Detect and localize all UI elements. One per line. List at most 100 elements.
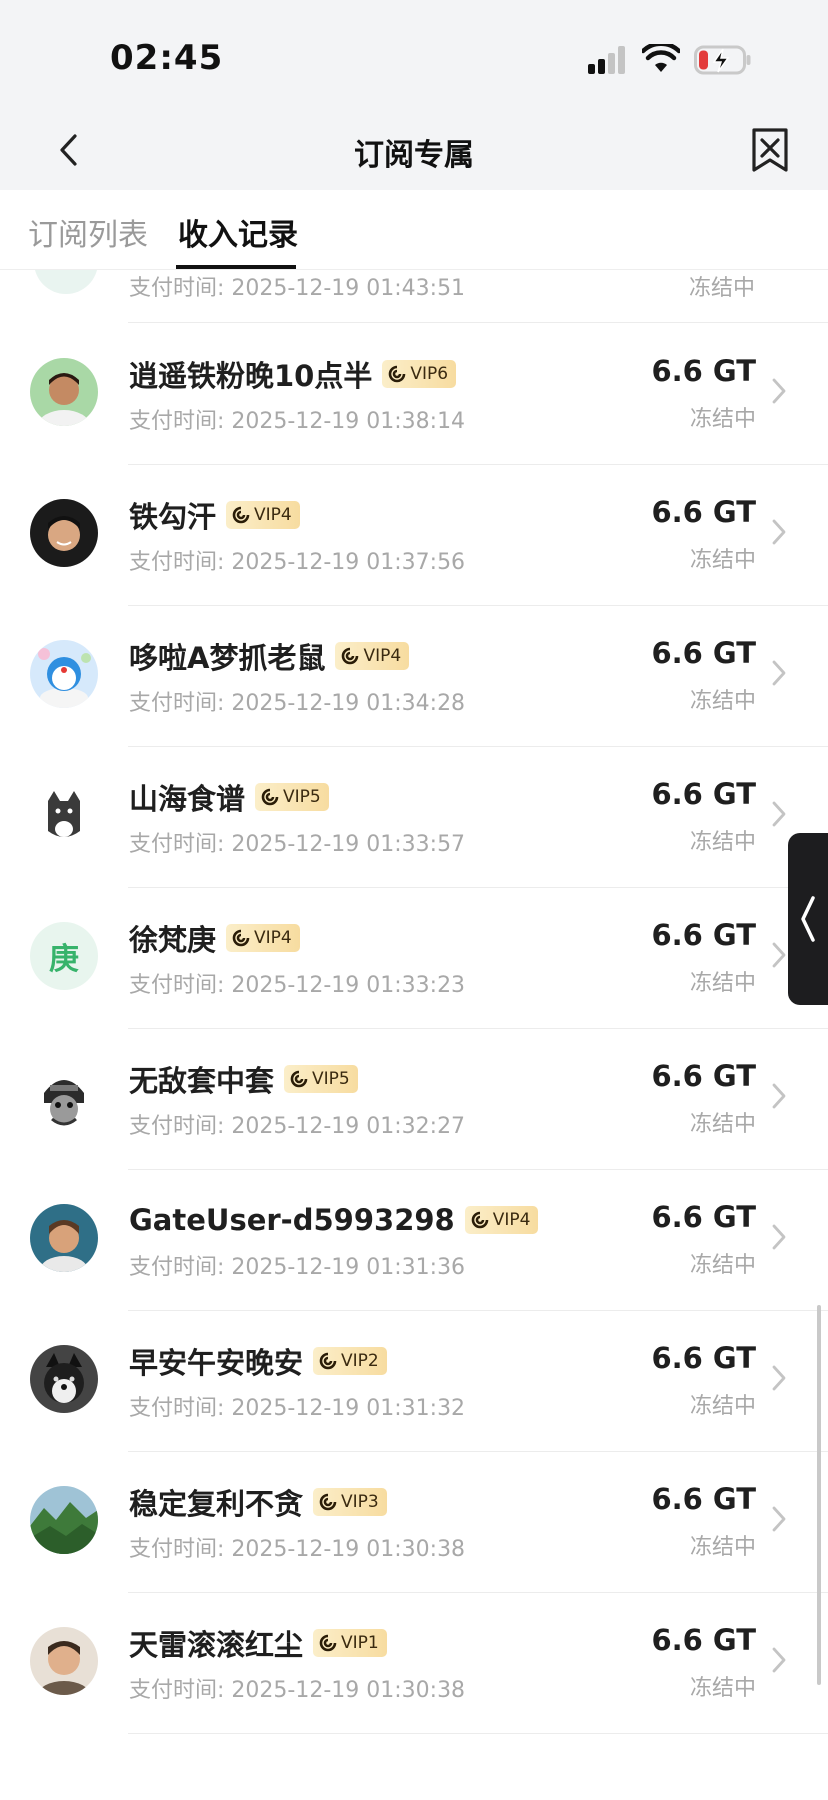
vip-badge: VIP4: [335, 642, 410, 670]
scrollbar[interactable]: [817, 1305, 821, 1685]
vip-badge: VIP6: [382, 360, 457, 388]
vip-label: VIP4: [254, 928, 292, 948]
vip-level-icon: [261, 788, 279, 806]
user-name: 无敌套中套: [129, 1064, 275, 1098]
list-item[interactable]: 逍遥铁粉晚10点半 VIP6 支付时间: 2025-12-19 01:38:14…: [0, 324, 828, 465]
list-item[interactable]: 天雷滚滚红尘 VIP1 支付时间: 2025-12-19 01:30:38 6.…: [0, 1593, 828, 1734]
amount: 6.6 GT: [651, 1623, 756, 1657]
vip-level-icon: [290, 1070, 308, 1088]
avatar: [30, 1486, 98, 1554]
user-name: 早安午安晚安: [129, 1346, 304, 1380]
vip-label: VIP6: [410, 364, 449, 384]
vip-badge: VIP3: [313, 1488, 387, 1516]
chevron-left-icon: [801, 896, 815, 942]
amount: 6.6 GT: [651, 777, 756, 811]
chevron-right-icon: [772, 660, 786, 686]
record-status: 冻结中: [689, 689, 756, 714]
chevron-right-icon: [772, 1365, 786, 1391]
vip-level-icon: [232, 929, 250, 947]
pay-time: 支付时间: 2025-12-19 01:43:51: [129, 276, 466, 301]
vip-label: VIP1: [341, 1633, 379, 1653]
list-item[interactable]: 山海食谱 VIP5 支付时间: 2025-12-19 01:33:57 6.6 …: [0, 747, 828, 888]
pay-time: 支付时间: 2025-12-19 01:30:38: [129, 1537, 466, 1562]
bookmark-icon[interactable]: [748, 126, 792, 174]
pay-time: 支付时间: 2025-12-19 01:33:23: [129, 973, 466, 998]
record-status: 冻结中: [689, 830, 756, 855]
divider: [128, 322, 828, 323]
vip-label: VIP2: [341, 1351, 379, 1371]
user-name: 铁勾汗: [129, 500, 217, 534]
record-status: 冻结中: [689, 276, 756, 301]
user-name: 天雷滚滚红尘: [129, 1628, 304, 1662]
tab-subscription-list[interactable]: 订阅列表: [28, 210, 148, 254]
status-time: 02:45: [110, 38, 224, 78]
chevron-right-icon: [772, 801, 786, 827]
list-item[interactable]: 庚 徐梵庚 VIP4 支付时间: 2025-12-19 01:33:23 6.6…: [0, 888, 828, 1029]
chevron-right-icon: [772, 1224, 786, 1250]
vip-level-icon: [389, 365, 406, 383]
user-name: 哆啦A梦抓老鼠: [129, 641, 326, 675]
tab-bar: 订阅列表 收入记录: [0, 190, 828, 270]
chevron-right-icon: [772, 942, 786, 968]
list-item[interactable]: GateUser-d5993298 VIP4 支付时间: 2025-12-19 …: [0, 1170, 828, 1311]
list-item-partial[interactable]: 支付时间: 2025-12-19 01:43:51 冻结中: [0, 270, 828, 324]
vip-badge: VIP4: [226, 501, 300, 529]
active-tab-indicator: [176, 265, 296, 269]
vip-label: VIP5: [312, 1069, 350, 1089]
tab-income-records[interactable]: 收入记录: [178, 210, 298, 254]
avatar: [34, 270, 98, 294]
list-item[interactable]: 哆啦A梦抓老鼠 VIP4 支付时间: 2025-12-19 01:34:28 6…: [0, 606, 828, 747]
income-record-list[interactable]: 支付时间: 2025-12-19 01:43:51 冻结中 逍遥铁粉晚10点半 …: [0, 270, 828, 1800]
list-item[interactable]: 稳定复利不贪 VIP3 支付时间: 2025-12-19 01:30:38 6.…: [0, 1452, 828, 1593]
record-status: 冻结中: [689, 1394, 756, 1419]
amount: 6.6 GT: [651, 1341, 756, 1375]
avatar: 庚: [30, 922, 98, 990]
vip-level-icon: [319, 1634, 337, 1652]
list-item[interactable]: 无敌套中套 VIP5 支付时间: 2025-12-19 01:32:27 6.6…: [0, 1029, 828, 1170]
navigation-bar: 订阅专属: [0, 110, 828, 190]
amount: 6.6 GT: [651, 354, 756, 388]
record-status: 冻结中: [689, 548, 756, 573]
user-name: 逍遥铁粉晚10点半: [129, 359, 373, 393]
pay-time: 支付时间: 2025-12-19 01:33:57: [129, 832, 466, 857]
record-status: 冻结中: [689, 1535, 756, 1560]
user-name: 山海食谱: [129, 782, 246, 816]
avatar: [30, 1063, 98, 1131]
pay-time: 支付时间: 2025-12-19 01:37:56: [129, 550, 466, 575]
avatar-initial: 庚: [49, 942, 79, 977]
avatar: [30, 1627, 98, 1695]
vip-badge: VIP5: [284, 1065, 358, 1093]
vip-level-icon: [319, 1352, 337, 1370]
divider: [128, 1733, 828, 1734]
wifi-icon: [642, 44, 680, 72]
vip-level-icon: [319, 1493, 337, 1511]
list-item[interactable]: 早安午安晚安 VIP2 支付时间: 2025-12-19 01:31:32 6.…: [0, 1311, 828, 1452]
avatar: [30, 499, 98, 567]
vip-label: VIP3: [341, 1492, 379, 1512]
vip-label: VIP5: [283, 787, 321, 807]
amount: 6.6 GT: [651, 636, 756, 670]
pay-time: 支付时间: 2025-12-19 01:38:14: [129, 409, 466, 434]
chevron-right-icon: [772, 1083, 786, 1109]
chevron-right-icon: [772, 378, 786, 404]
side-drawer-handle[interactable]: [788, 833, 828, 1005]
record-status: 冻结中: [689, 407, 756, 432]
status-bar: 02:45: [0, 0, 828, 110]
amount: 6.6 GT: [651, 918, 756, 952]
user-name: GateUser-d5993298: [129, 1203, 455, 1237]
amount: 6.6 GT: [651, 1059, 756, 1093]
cellular-signal-icon: [588, 46, 625, 74]
pay-time: 支付时间: 2025-12-19 01:30:38: [129, 1678, 466, 1703]
avatar: [30, 1204, 98, 1272]
avatar: [30, 781, 98, 849]
vip-level-icon: [232, 506, 250, 524]
vip-badge: VIP4: [226, 924, 300, 952]
battery-charging-icon: [694, 45, 751, 75]
pay-time: 支付时间: 2025-12-19 01:31:36: [129, 1255, 466, 1280]
pay-time: 支付时间: 2025-12-19 01:32:27: [129, 1114, 466, 1139]
amount: 6.6 GT: [651, 1482, 756, 1516]
list-item[interactable]: 铁勾汗 VIP4 支付时间: 2025-12-19 01:37:56 6.6 G…: [0, 465, 828, 606]
avatar: [30, 640, 98, 708]
vip-label: VIP4: [363, 646, 402, 666]
vip-level-icon: [471, 1211, 489, 1229]
